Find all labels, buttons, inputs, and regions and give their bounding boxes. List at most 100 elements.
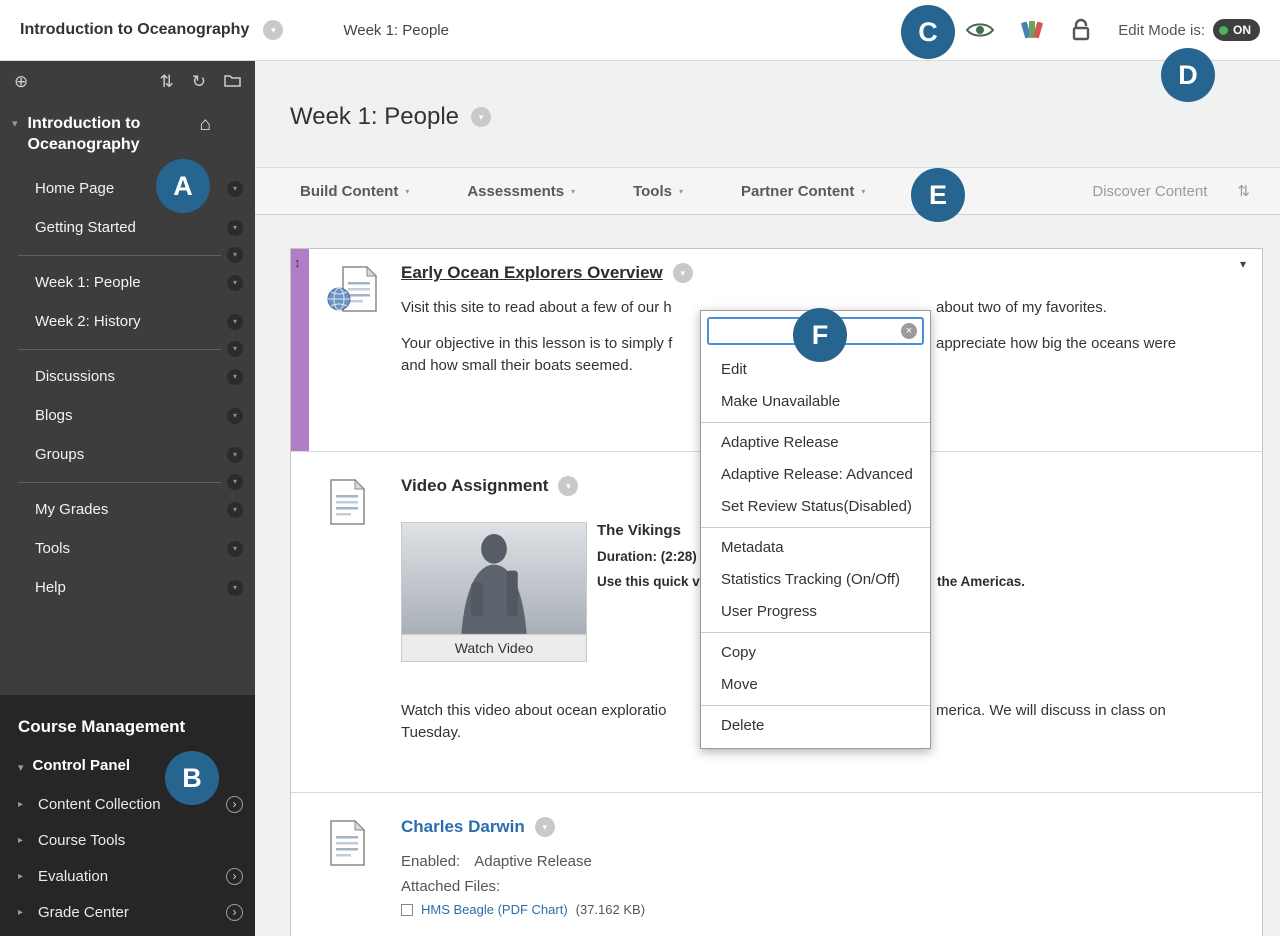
assessments-label: Assessments — [467, 182, 565, 200]
sidebar-course-name[interactable]: Introduction to Oceanography — [28, 113, 200, 155]
expand-icon[interactable]: ▸ — [18, 871, 30, 882]
mgmt-item-label: Grade Center — [38, 903, 129, 921]
partner-content-button[interactable]: Partner Content ▾ — [741, 183, 865, 200]
mgmt-item-label: Evaluation — [38, 867, 109, 885]
folder-view-icon[interactable] — [224, 72, 241, 92]
sidebar-item-week1-people[interactable]: Week 1: People ▾ — [0, 263, 255, 302]
menu-item-metadata[interactable]: Metadata — [701, 532, 930, 564]
item-options-chevron-icon[interactable]: ▾ — [227, 540, 243, 557]
expand-icon[interactable]: ▸ — [18, 835, 30, 846]
drag-handle-icon[interactable]: ↕ — [294, 255, 301, 270]
chevron-down-icon: ▾ — [405, 186, 410, 196]
collapse-course-menu-icon[interactable]: ▾ — [12, 117, 18, 130]
menu-item-adaptive-release[interactable]: Adaptive Release — [701, 427, 930, 459]
item-options-chevron-icon[interactable]: ▾ — [227, 313, 243, 330]
sidebar-item-home-page[interactable]: Home Page ▾ — [0, 169, 255, 208]
expand-icon[interactable]: ▸ — [18, 799, 30, 810]
sidebar-divider: ▾ — [0, 341, 255, 357]
item-options-chevron-icon[interactable]: ▾ — [672, 263, 693, 283]
enabled-label: Enabled: — [401, 853, 461, 870]
expand-icon[interactable]: ▸ — [18, 907, 30, 918]
divider-options-chevron-icon[interactable]: ▾ — [227, 474, 243, 490]
sidebar-toolbar: ⊕ ⇅ ↻ — [0, 61, 255, 103]
sort-order-icon[interactable]: ⇅ — [1237, 182, 1250, 200]
menu-item-copy[interactable]: Copy — [701, 637, 930, 669]
sidebar-item-course-tools[interactable]: ▸ Course Tools — [0, 822, 255, 858]
file-checkbox-icon[interactable] — [401, 903, 413, 916]
menu-item-make-unavailable[interactable]: Make Unavailable — [701, 386, 930, 418]
menu-separator — [701, 632, 930, 633]
reorder-icon[interactable]: ⇅ — [160, 72, 174, 92]
page-options-chevron-icon[interactable]: ▾ — [471, 107, 491, 127]
sidebar-item-grade-center[interactable]: ▸ Grade Center › — [0, 894, 255, 930]
item-options-chevron-icon[interactable]: ▾ — [227, 579, 243, 596]
edit-mode-toggle[interactable]: ON — [1213, 19, 1260, 41]
sidebar-item-label: Week 1: People — [35, 274, 141, 291]
menu-item-statistics-tracking[interactable]: Statistics Tracking (On/Off) — [701, 564, 930, 596]
item-options-chevron-icon[interactable]: ▾ — [534, 817, 555, 837]
menu-item-user-progress[interactable]: User Progress — [701, 596, 930, 628]
item-options-chevron-icon[interactable]: ▾ — [227, 180, 243, 197]
item-title-link[interactable]: Charles Darwin — [401, 817, 525, 837]
sidebar-item-getting-started[interactable]: Getting Started ▾ — [0, 208, 255, 247]
sidebar-item-discussions[interactable]: Discussions ▾ — [0, 357, 255, 396]
student-preview-icon[interactable] — [966, 21, 995, 39]
sidebar-item-groups[interactable]: Groups ▾ — [0, 435, 255, 474]
sidebar-item-week2-history[interactable]: Week 2: History ▾ — [0, 302, 255, 341]
item-title[interactable]: Video Assignment — [401, 476, 548, 496]
add-menu-item-icon[interactable]: ⊕ — [14, 72, 28, 92]
sidebar-item-my-grades[interactable]: My Grades ▾ — [0, 490, 255, 529]
sidebar-item-help[interactable]: Help ▾ — [0, 568, 255, 607]
divider-options-chevron-icon[interactable]: ▾ — [227, 247, 243, 263]
item-title-link[interactable]: Early Ocean Explorers Overview — [401, 263, 663, 283]
content-document-icon — [327, 819, 367, 872]
collapse-control-panel-icon[interactable]: ▾ — [18, 761, 24, 774]
sidebar-item-tools[interactable]: Tools ▾ — [0, 529, 255, 568]
course-management-title: Course Management — [18, 717, 186, 736]
item-options-chevron-icon[interactable]: ▾ — [227, 274, 243, 291]
unlock-icon[interactable] — [1070, 18, 1092, 42]
course-menu-sidebar: ⊕ ⇅ ↻ ▾ Introduction to Oceanography ⌂ H… — [0, 61, 255, 936]
content-document-icon — [327, 478, 367, 531]
open-in-new-arrow-icon[interactable]: › — [226, 795, 243, 813]
refresh-icon[interactable]: ↻ — [192, 72, 206, 92]
item-options-chevron-icon[interactable]: ▾ — [227, 368, 243, 385]
clear-search-icon[interactable]: × — [901, 323, 917, 339]
menu-separator — [701, 422, 930, 423]
item-options-chevron-icon[interactable]: ▾ — [227, 446, 243, 463]
course-menu-nav: Home Page ▾ Getting Started ▾ ▾ Week 1: … — [0, 169, 255, 607]
description-text: Your objective in this lesson is to simp… — [401, 335, 673, 352]
build-content-label: Build Content — [300, 182, 399, 200]
course-menu-header: ▾ Introduction to Oceanography ⌂ — [0, 113, 255, 155]
breadcrumb: Week 1: People — [343, 21, 449, 39]
menu-item-adaptive-release-advanced[interactable]: Adaptive Release: Advanced — [701, 459, 930, 491]
item-options-context-menu: × Edit Make Unavailable Adaptive Release… — [700, 310, 931, 749]
item-options-chevron-icon[interactable]: ▾ — [227, 219, 243, 236]
discover-content-button[interactable]: Discover Content — [1092, 183, 1207, 200]
assessments-button[interactable]: Assessments ▾ — [467, 183, 575, 200]
sidebar-item-blogs[interactable]: Blogs ▾ — [0, 396, 255, 435]
video-thumbnail-block: Watch Video — [401, 522, 587, 662]
divider-options-chevron-icon[interactable]: ▾ — [227, 341, 243, 357]
menu-item-move[interactable]: Move — [701, 669, 930, 701]
sidebar-item-evaluation[interactable]: ▸ Evaluation › — [0, 858, 255, 894]
tools-button[interactable]: Tools ▾ — [633, 183, 683, 200]
item-options-chevron-icon[interactable]: ▾ — [558, 476, 579, 496]
mgmt-item-label: Course Tools — [38, 831, 126, 849]
build-content-button[interactable]: Build Content ▾ — [300, 183, 409, 200]
description-text: appreciate how big the oceans were — [936, 335, 1177, 352]
item-options-chevron-icon[interactable]: ▾ — [227, 501, 243, 518]
home-icon[interactable]: ⌂ — [200, 114, 211, 136]
attached-file-link[interactable]: HMS Beagle (PDF Chart) — [421, 902, 568, 917]
watch-video-button[interactable]: Watch Video — [401, 634, 587, 662]
menu-item-set-review-status[interactable]: Set Review Status(Disabled) — [701, 491, 930, 523]
open-in-new-arrow-icon[interactable]: › — [226, 903, 243, 921]
theme-palette-icon[interactable] — [1020, 18, 1044, 42]
top-bar: Introduction to Oceanography ▾ Week 1: P… — [0, 0, 1280, 61]
collapse-item-caret-icon[interactable]: ▾ — [1240, 257, 1246, 271]
course-menu-chevron-icon[interactable]: ▾ — [263, 20, 284, 40]
item-options-chevron-icon[interactable]: ▾ — [227, 407, 243, 424]
sidebar-item-content-collection[interactable]: ▸ Content Collection › — [0, 786, 255, 822]
menu-item-delete[interactable]: Delete — [701, 710, 930, 742]
open-in-new-arrow-icon[interactable]: › — [226, 867, 243, 885]
